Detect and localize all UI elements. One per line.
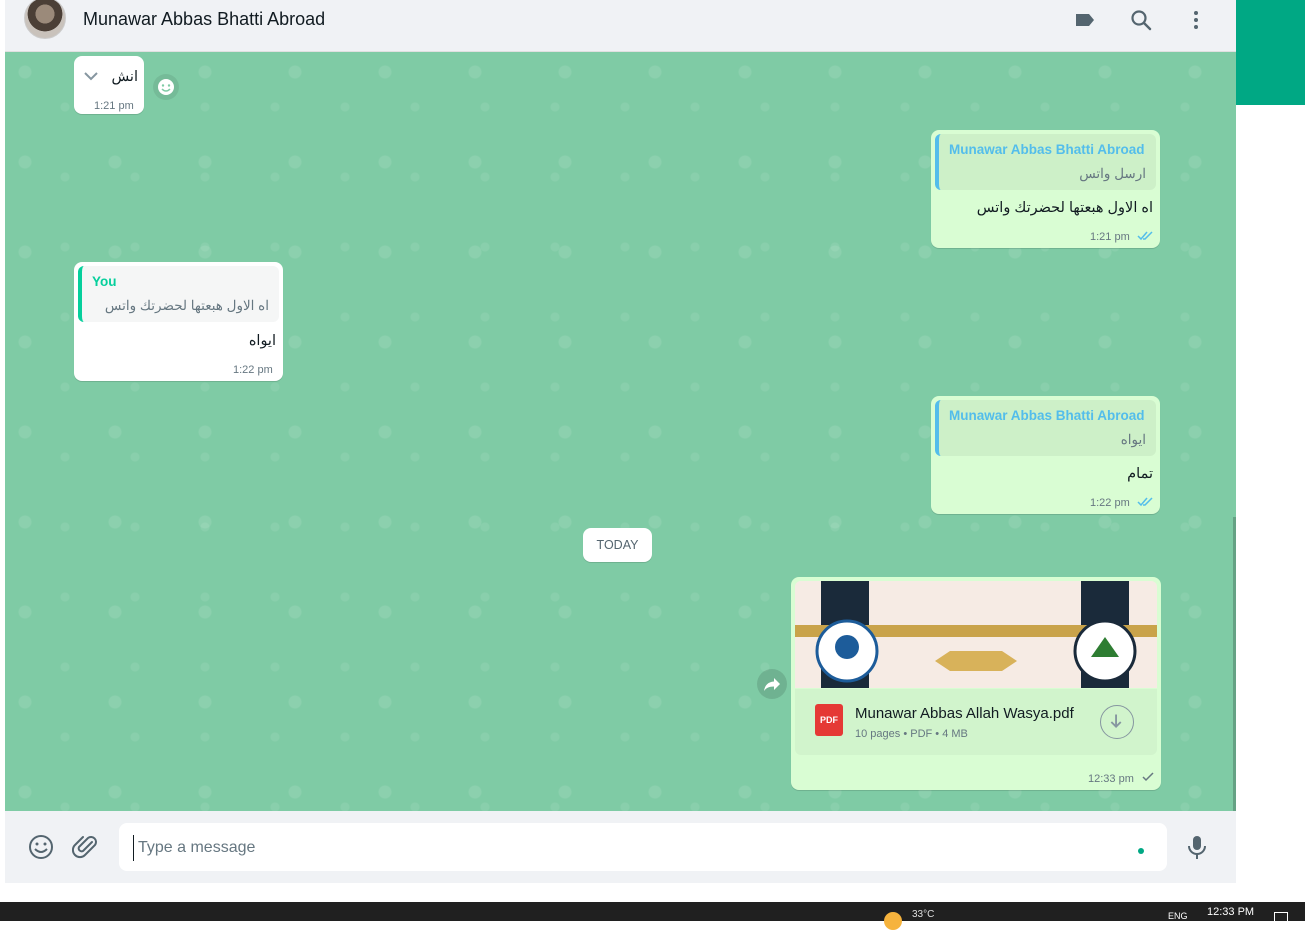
double-check-icon [1137,231,1153,241]
message-time: 1:22 pm [233,364,273,376]
quote-author: Munawar Abbas Bhatti Abroad [949,408,1145,423]
message-outgoing[interactable]: Munawar Abbas Bhatti Abroad ارسل واتس اه… [931,130,1160,248]
message-outgoing-document[interactable]: PDF Munawar Abbas Allah Wasya.pdf 10 pag… [791,577,1161,790]
search-icon[interactable] [1129,8,1153,32]
message-text: انش [111,69,138,85]
reaction-emoji-icon[interactable] [153,74,179,100]
language-indicator[interactable]: ENG [1168,911,1188,921]
mic-icon[interactable] [1183,833,1211,861]
weather-icon[interactable] [884,912,902,930]
quoted-message[interactable]: Munawar Abbas Bhatti Abroad ارسل واتس [935,134,1156,190]
double-check-icon [1137,497,1153,507]
right-panel [1236,105,1305,902]
weather-temp: 33°C [912,909,935,920]
quote-text: ارسل واتس [1079,166,1146,181]
quote-author: Munawar Abbas Bhatti Abroad [949,142,1145,157]
status-dot [1138,848,1144,854]
os-taskbar: 33°C ENG 12:33 PM [0,902,1305,930]
download-icon[interactable] [1100,705,1134,739]
message-text: تمام [1127,466,1153,482]
document-meta: 10 pages • PDF • 4 MB [855,728,968,740]
date-divider: TODAY [583,528,652,562]
chat-scrollbar[interactable] [1233,517,1236,811]
quote-text: اه الاول هبعتها لحضرتك واتس [104,298,269,313]
document-info[interactable]: PDF Munawar Abbas Allah Wasya.pdf 10 pag… [795,689,1157,755]
document-preview-image [795,581,1157,688]
chat-panel[interactable]: انش 1:21 pm Munawar Abbas Bhatti Abroad … [5,52,1236,811]
message-incoming[interactable]: انش 1:21 pm [74,56,144,114]
message-time: 1:21 pm [1090,231,1130,243]
document-thumbnail[interactable] [795,581,1157,688]
quote-author: You [92,274,117,289]
message-time: 12:33 pm [1088,773,1134,785]
attach-icon[interactable] [72,833,100,861]
pdf-file-icon: PDF [815,704,843,736]
message-time: 1:21 pm [94,100,134,112]
message-text: ايواه [248,333,276,349]
menu-icon[interactable] [1184,8,1208,32]
message-outgoing[interactable]: Munawar Abbas Bhatti Abroad ايواه تمام 1… [931,396,1160,514]
quoted-message[interactable]: You اه الاول هبعتها لحضرتك واتس [78,266,279,322]
label-icon[interactable] [1073,8,1097,32]
document-name: Munawar Abbas Allah Wasya.pdf [855,705,1074,722]
contact-name[interactable]: Munawar Abbas Bhatti Abroad [83,9,325,30]
avatar[interactable] [24,0,66,39]
message-input-box[interactable] [119,823,1167,871]
chevron-down-icon[interactable] [83,70,99,82]
forward-icon[interactable] [757,669,787,699]
quote-text: ايواه [1120,432,1146,447]
composer-bar [5,811,1236,883]
message-time: 1:22 pm [1090,497,1130,509]
message-text: اه الاول هبعتها لحضرتك واتس [976,200,1153,216]
quoted-message[interactable]: Munawar Abbas Bhatti Abroad ايواه [935,400,1156,456]
message-input[interactable] [133,835,1120,861]
single-check-icon [1142,772,1154,782]
message-incoming[interactable]: You اه الاول هبعتها لحضرتك واتس ايواه 1:… [74,262,283,381]
notification-icon[interactable] [1274,912,1288,924]
clock[interactable]: 12:33 PM [1207,906,1254,918]
app-accent-strip [1236,0,1305,105]
chat-header: Munawar Abbas Bhatti Abroad [5,0,1236,52]
emoji-icon[interactable] [27,833,55,861]
